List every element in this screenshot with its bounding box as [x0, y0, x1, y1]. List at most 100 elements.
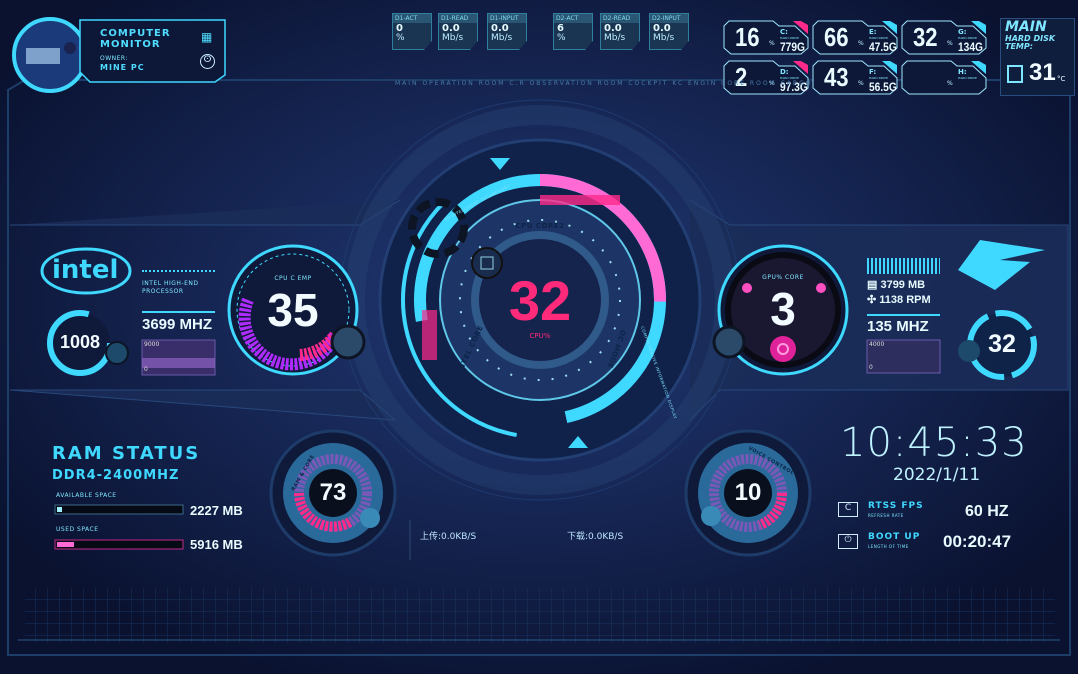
disk-io-unit: Mb/s [442, 33, 464, 43]
disk-temp-unit: °C [1057, 75, 1066, 83]
activity-bars [142, 262, 215, 272]
thermometer-icon [330, 324, 366, 360]
speaker-icon [701, 506, 721, 526]
disk-temp-panel: MAIN HARD DISK TEMP: 31 °C [1000, 18, 1075, 96]
gpu-fan: ✣ 1138 RPM [867, 294, 931, 306]
gpu-clock: 135 MHZ [867, 318, 929, 335]
disk-io-unit: Mb/s [653, 33, 675, 43]
processor-label: INTEL HIGH-END PROCESSOR [142, 280, 199, 295]
cpu-temp-label: CPU C EMP [274, 275, 312, 282]
gpu-card-icon [712, 325, 746, 359]
disk-temp-title: MAIN [1005, 19, 1047, 35]
power-icon: ⏻ [838, 534, 858, 549]
user-icon[interactable]: ⵙ [200, 54, 215, 69]
disk-io-label: D1-ACT [393, 14, 431, 23]
drive-size: 47.5G [869, 40, 897, 54]
disk-io-unit: % [396, 33, 405, 43]
disk-io-unit: Mb/s [604, 33, 626, 43]
gpu-usage-value: 3 [770, 283, 796, 335]
disk-io-label: D2-READ [601, 14, 639, 23]
gpu-fan-value: 1138 RPM [879, 294, 931, 306]
drive-type: HARD DRIVE [958, 76, 977, 80]
boot-value: 00:20:47 [943, 532, 1012, 551]
rtss-value: 60 HZ [965, 503, 1009, 520]
disk-io-unit: % [557, 33, 566, 43]
gpu-memory: ▤ 3799 MB [867, 279, 926, 291]
gpu-core-label: GPU% CORE [762, 274, 804, 281]
gpu-chart-min: 0 [869, 364, 873, 371]
ram-title: RAM STATUS [52, 443, 201, 464]
drive-item[interactable]: 66 % E: HARD DRIVE 47.5G [812, 20, 898, 55]
drive-percent: 2 [735, 62, 748, 92]
download-speed: 下载:0.0KB/S [567, 532, 624, 542]
floppy-disk-icon [1007, 65, 1023, 83]
drive-letter: G: [958, 28, 967, 36]
app-title: COMPUTER MONITOR [100, 28, 171, 50]
clock-time: 10:45:33 [840, 420, 1028, 466]
available-value: 2227 MB [190, 503, 243, 518]
drive-size: 134G [958, 40, 983, 54]
cpu-usage-value: 32 [508, 269, 572, 332]
drive-item[interactable]: 16 % C: HARD DRIVE 779G [723, 20, 809, 55]
owner-label: OWNER: [100, 55, 128, 62]
drive-letter: D: [780, 68, 789, 76]
available-label: AVAILABLE SPACE [56, 492, 117, 499]
ram-type: DDR4-2400MHZ [52, 468, 180, 483]
gpu-memory-value: 3799 MB [880, 279, 926, 291]
drive-letter: F: [869, 68, 877, 76]
boot-title: BOOT UP [868, 532, 921, 542]
drive-percent: 43 [824, 62, 849, 92]
disk-io-label: D2-INPUT [650, 14, 688, 23]
cpu-clock: 3699 MHZ [142, 316, 213, 333]
activity-bars [867, 258, 940, 274]
disk-io-box: D2-ACT 6% [553, 13, 593, 50]
grid-menu-icon[interactable]: ▦ [201, 30, 212, 44]
drive-item[interactable]: 2 % D: HARD DRIVE 97.3G [723, 60, 809, 95]
drive-percent-unit: % [947, 80, 953, 87]
used-value: 5916 MB [190, 537, 243, 552]
gpu-chart-max: 4000 [869, 341, 885, 348]
rtss-title: RTSS FPS [868, 501, 924, 511]
drive-percent-unit: % [858, 40, 864, 47]
intel-logo-text: intel [52, 255, 119, 285]
drive-percent: 66 [824, 22, 849, 52]
disk-io-label: D1-READ [439, 14, 477, 23]
drive-percent-unit: % [858, 80, 864, 87]
cpu-temp-value: 35 [267, 284, 319, 336]
drive-size: 56.5G [869, 80, 897, 94]
drive-percent: 32 [913, 22, 938, 52]
gpu-temp-value: 32 [988, 330, 1016, 358]
owner-name: MINE PC [100, 63, 145, 72]
cpu-usage-label: CPU% [529, 332, 551, 340]
upload-speed: 上传:0.0KB/S [420, 532, 477, 542]
rtss-sub: REFRESH RATE [868, 513, 904, 518]
drive-item[interactable]: 43 % F: HARD DRIVE 56.5G [812, 60, 898, 95]
cpu-fan-value: 1008 [59, 332, 101, 352]
drive-letter: E: [869, 28, 877, 36]
drive-percent-unit: % [769, 40, 775, 47]
monitor-icon: C [838, 502, 858, 517]
cpu-chart-min: 0 [144, 366, 148, 373]
disk-io-box: D1-INPUT 0.0 Mb/s [487, 13, 527, 50]
drive-item[interactable]: 32 % G: HARD DRIVE 134G [901, 20, 987, 55]
memory-icon [360, 508, 380, 528]
disk-io-box: D2-READ 0.0 Mb/s [600, 13, 640, 50]
ring-label: MAIN OPERATION ROOM C.R OBSERVATION ROOM… [395, 80, 813, 87]
disk-io-box: D1-ACT 0% [392, 13, 432, 50]
volume-value[interactable]: 10 [723, 479, 773, 507]
used-label: USED SPACE [56, 526, 99, 533]
disk-io-box: D2-INPUT 0.0 Mb/s [649, 13, 689, 50]
drive-percent-unit: % [947, 40, 953, 47]
disk-temp-value: 31 [1029, 59, 1056, 86]
disk-io-label: D2-ACT [554, 14, 592, 23]
ram-gauge-value: 73 [319, 479, 347, 506]
cpu-core-label: CPU CORE2 [515, 222, 565, 230]
clock-date: 2022/1/11 [893, 465, 981, 485]
disk-io-box: D1-READ 0.0 Mb/s [438, 13, 478, 50]
disk-io-label: D1-INPUT [488, 14, 526, 23]
drive-item[interactable]: % H: HARD DRIVE [901, 60, 987, 95]
disk-temp-sub2: TEMP: [1005, 42, 1033, 51]
cpu-chart-max: 9000 [144, 341, 160, 348]
boot-sub: LENGTH OF TIME [868, 544, 909, 549]
drive-size: 779G [780, 40, 805, 54]
